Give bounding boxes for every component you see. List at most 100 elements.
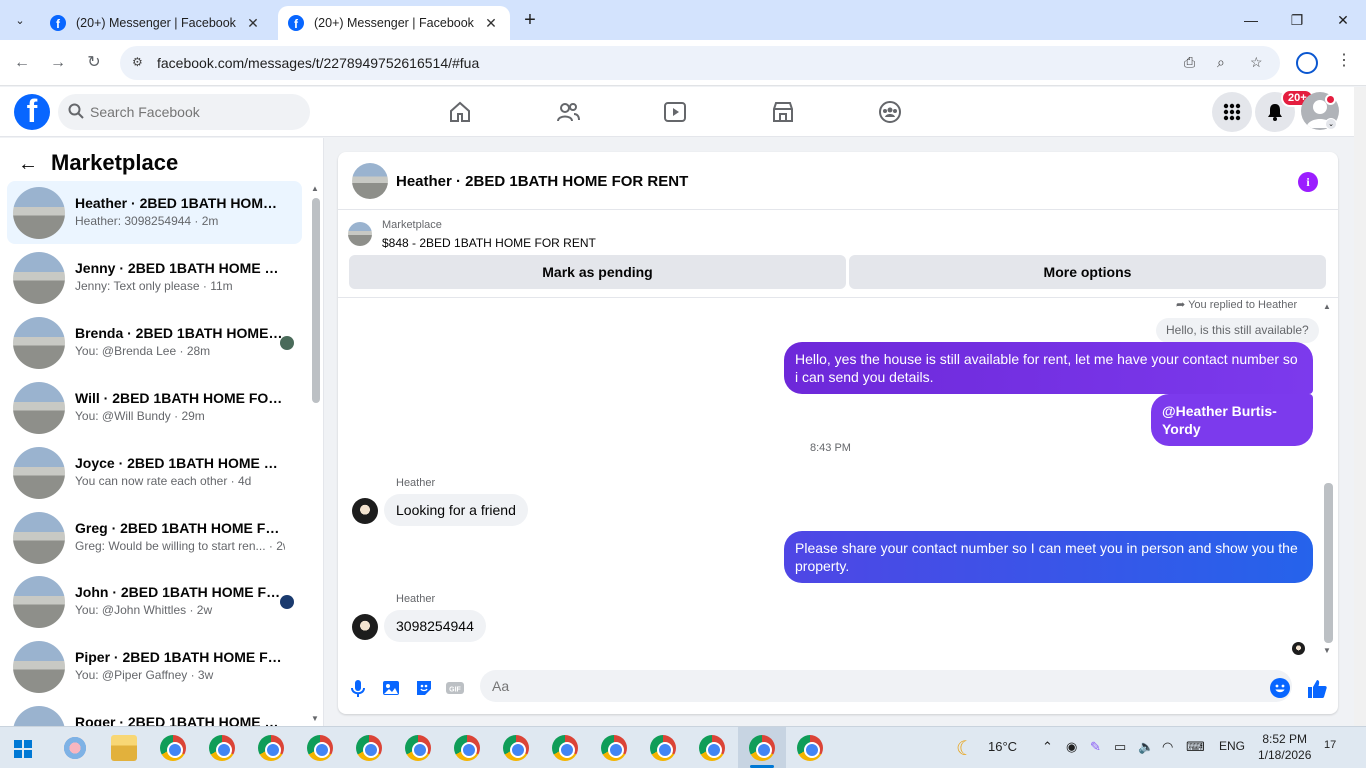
- message-input[interactable]: [480, 670, 1292, 702]
- page-scrollbar[interactable]: [1354, 87, 1366, 726]
- conversation-item[interactable]: Greg · 2BED 1BATH HOME FOR RENT Greg: Wo…: [7, 506, 302, 569]
- browser-tab-1[interactable]: f (20+) Messenger | Facebook ✕: [40, 6, 272, 40]
- volume-icon[interactable]: 🔈: [1138, 739, 1154, 755]
- system-clock[interactable]: 8:52 PM 1/18/2026: [1258, 731, 1311, 763]
- language-indicator[interactable]: ENG: [1219, 739, 1245, 753]
- chrome-profile-icon[interactable]: [209, 735, 235, 761]
- chrome-profile-icon[interactable]: [454, 735, 480, 761]
- facebook-search[interactable]: [58, 94, 310, 130]
- weather-temp[interactable]: 16°C: [988, 739, 1017, 754]
- battery-icon[interactable]: ▭: [1114, 739, 1126, 755]
- facebook-logo[interactable]: f: [14, 94, 50, 130]
- paint-app-icon[interactable]: [62, 735, 88, 761]
- info-icon[interactable]: i: [1298, 172, 1318, 192]
- browser-tab-2[interactable]: f (20+) Messenger | Facebook ✕: [278, 6, 510, 40]
- restore-icon[interactable]: ❐: [1282, 6, 1312, 34]
- tab-close-icon[interactable]: ✕: [482, 15, 500, 32]
- chat-listing-thumbnail[interactable]: [352, 163, 388, 199]
- outgoing-message[interactable]: Please share your contact number so I ca…: [784, 531, 1313, 583]
- conversation-item[interactable]: Jenny · 2BED 1BATH HOME FOR RENT Jenny: …: [7, 246, 302, 309]
- chrome-profile-icon[interactable]: [356, 735, 382, 761]
- zoom-icon[interactable]: ⌕: [1217, 54, 1225, 71]
- chrome-profile-icon[interactable]: [650, 735, 676, 761]
- scroll-up-icon[interactable]: ▲: [311, 184, 319, 193]
- chat-title[interactable]: Heather · 2BED 1BATH HOME FOR RENT: [396, 173, 688, 190]
- chat-scrollbar[interactable]: [1324, 483, 1333, 643]
- notification-center-icon[interactable]: 17: [1324, 739, 1336, 751]
- grid-icon: [1223, 103, 1241, 121]
- like-icon[interactable]: [1306, 678, 1328, 700]
- file-explorer-icon[interactable]: [111, 735, 137, 761]
- windows-start-icon[interactable]: [14, 740, 32, 758]
- sidebar-scrollbar[interactable]: [312, 198, 320, 403]
- keyboard-icon[interactable]: ⌨: [1186, 739, 1205, 755]
- sticker-icon[interactable]: [414, 678, 434, 698]
- video-icon[interactable]: [663, 100, 687, 124]
- chrome-profile-icon[interactable]: [503, 735, 529, 761]
- conversation-item[interactable]: Heather · 2BED 1BATH HOME FOR RENT Heath…: [7, 181, 302, 244]
- conversation-item[interactable]: Roger · 2BED 1BATH HOME FOR RENT: [7, 700, 302, 726]
- install-app-icon[interactable]: ⎙: [1184, 54, 1195, 71]
- bookmark-star-icon[interactable]: ☆: [1250, 54, 1263, 71]
- chrome-profile-icon[interactable]: [258, 735, 284, 761]
- pen-icon[interactable]: ✎: [1090, 739, 1101, 755]
- search-input[interactable]: [90, 94, 300, 130]
- listing-title[interactable]: $848 - 2BED 1BATH HOME FOR RENT: [382, 236, 596, 250]
- conversation-item[interactable]: Will · 2BED 1BATH HOME FOR RENT You: @Wi…: [7, 376, 302, 439]
- minimize-icon[interactable]: —: [1236, 6, 1266, 34]
- scroll-up-icon[interactable]: ▲: [1323, 302, 1331, 311]
- sender-avatar[interactable]: [352, 498, 378, 524]
- mark-pending-button[interactable]: Mark as pending: [349, 255, 846, 289]
- outgoing-message[interactable]: Hello, yes the house is still available …: [784, 342, 1313, 394]
- emoji-icon[interactable]: [1270, 678, 1290, 698]
- wifi-icon[interactable]: ◠: [1162, 739, 1173, 755]
- conversation-item[interactable]: Joyce · 2BED 1BATH HOME FOR RENT You can…: [7, 441, 302, 504]
- incoming-message[interactable]: Looking for a friend: [384, 494, 528, 526]
- chrome-icon[interactable]: [160, 735, 186, 761]
- back-icon[interactable]: ←: [9, 50, 35, 76]
- microphone-icon[interactable]: [348, 678, 368, 698]
- reload-icon[interactable]: ↻: [81, 50, 107, 76]
- site-info-icon[interactable]: ⚙: [132, 55, 143, 69]
- marketplace-icon[interactable]: [771, 100, 795, 124]
- photo-icon[interactable]: [381, 678, 401, 698]
- chrome-profile-icon[interactable]: [307, 735, 333, 761]
- meet-icon[interactable]: ◉: [1066, 739, 1077, 755]
- chrome-profile-icon[interactable]: [552, 735, 578, 761]
- chrome-profile-icon[interactable]: [601, 735, 627, 761]
- conversation-item[interactable]: Brenda · 2BED 1BATH HOME FOR RENT You: @…: [7, 311, 302, 374]
- home-icon[interactable]: [448, 100, 472, 124]
- browser-profile-icon[interactable]: [1296, 52, 1318, 74]
- weather-moon-icon[interactable]: ☾: [956, 736, 974, 761]
- more-options-button[interactable]: More options: [849, 255, 1326, 289]
- tray-chevron-icon[interactable]: ⌃: [1042, 739, 1053, 755]
- listing-thumbnail: [13, 317, 65, 369]
- mention-message[interactable]: @Heather Burtis-Yordy: [1151, 394, 1313, 446]
- sender-avatar[interactable]: [352, 614, 378, 640]
- forward-icon[interactable]: →: [45, 50, 71, 76]
- conversation-item[interactable]: Piper · 2BED 1BATH HOME FOR RENT You: @P…: [7, 635, 302, 698]
- quoted-message[interactable]: Hello, is this still available?: [1156, 318, 1319, 343]
- browser-menu-icon[interactable]: ⋮: [1336, 50, 1352, 70]
- listing-mini-thumbnail[interactable]: [348, 222, 372, 246]
- scroll-down-icon[interactable]: ▼: [311, 714, 319, 723]
- account-chevron-icon[interactable]: ⌄: [1325, 118, 1337, 130]
- new-tab-icon[interactable]: +: [518, 8, 542, 32]
- chrome-profile-icon[interactable]: [797, 735, 823, 761]
- omnibox[interactable]: ⚙ facebook.com/messages/t/22789497526165…: [120, 46, 1280, 80]
- chrome-profile-icon[interactable]: [699, 735, 725, 761]
- incoming-message[interactable]: 3098254944: [384, 610, 486, 642]
- groups-icon[interactable]: [878, 100, 902, 124]
- scroll-down-icon[interactable]: ▼: [1323, 646, 1331, 655]
- window-close-icon[interactable]: ✕: [1328, 6, 1358, 34]
- back-arrow-icon[interactable]: ←: [18, 153, 38, 176]
- url-text[interactable]: facebook.com/messages/t/2278949752616514…: [157, 55, 479, 71]
- menu-grid-button[interactable]: [1212, 92, 1252, 132]
- chrome-profile-icon[interactable]: [749, 735, 775, 761]
- friends-icon[interactable]: [556, 100, 580, 124]
- chrome-profile-icon[interactable]: [405, 735, 431, 761]
- tab-search-chevron-icon[interactable]: ⌄: [8, 8, 32, 32]
- conversation-item[interactable]: John · 2BED 1BATH HOME FOR RENT You: @Jo…: [7, 570, 302, 633]
- tab-close-icon[interactable]: ✕: [244, 15, 262, 32]
- gif-icon[interactable]: GIF: [445, 678, 465, 698]
